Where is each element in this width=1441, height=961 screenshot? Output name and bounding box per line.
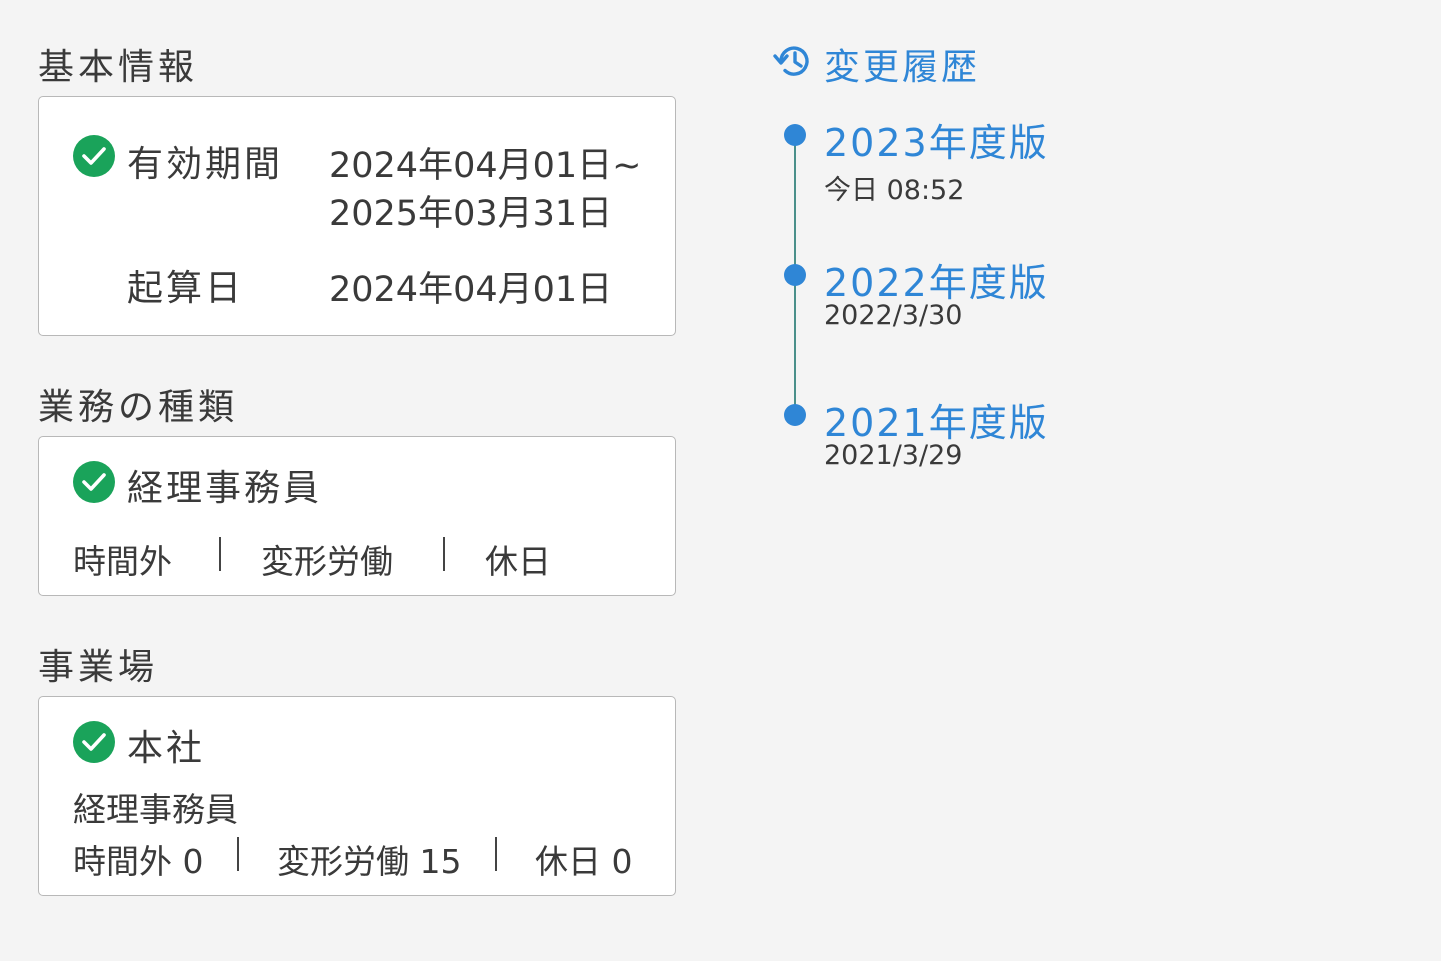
- history-date: 2021/3/29: [824, 440, 963, 471]
- workplace-job: 経理事務員: [73, 790, 238, 829]
- timeline-dot: [784, 404, 806, 426]
- start-date-value: 2024年04月01日: [329, 270, 613, 310]
- divider: [495, 837, 497, 871]
- basic-info-title: 基本情報: [38, 47, 199, 88]
- history-icon[interactable]: [772, 42, 814, 84]
- divider: [443, 537, 445, 571]
- validity-end: 2025年03月31日: [329, 194, 613, 234]
- check-circle-icon: [73, 461, 115, 503]
- timeline-dot: [784, 264, 806, 286]
- workplace-name: 本社: [127, 728, 206, 769]
- check-circle-icon: [73, 721, 115, 763]
- history-date: 今日 08:52: [824, 175, 965, 206]
- tag-overtime: 時間外: [73, 542, 172, 581]
- validity-label: 有効期間: [127, 144, 284, 185]
- history-version-2023[interactable]: 2023年度版: [824, 112, 1049, 167]
- work-type-title: 業務の種類: [38, 387, 239, 428]
- work-type-name: 経理事務員: [127, 468, 323, 509]
- basic-info-card: 有効期間 2024年04月01日~ 2025年03月31日 起算日 2024年0…: [38, 96, 676, 336]
- stat-holiday: 休日 0: [535, 842, 633, 881]
- history-version-2021[interactable]: 2021年度版: [824, 392, 1049, 447]
- divider: [219, 537, 221, 571]
- history-date: 2022/3/30: [824, 300, 963, 331]
- divider: [237, 837, 239, 871]
- workplace-card[interactable]: 本社 経理事務員 時間外 0 変形労働 15 休日 0: [38, 696, 676, 896]
- stat-flex-work[interactable]: 変形労働 15: [277, 835, 461, 883]
- stat-overtime: 時間外 0: [73, 842, 204, 881]
- timeline-dot: [784, 124, 806, 146]
- tag-holiday: 休日: [485, 542, 551, 581]
- check-circle-icon: [73, 135, 115, 177]
- workplace-title: 事業場: [38, 647, 159, 688]
- history-title[interactable]: 変更履歴: [824, 38, 980, 90]
- history-version-2022[interactable]: 2022年度版: [824, 252, 1049, 307]
- start-date-label: 起算日: [127, 268, 245, 309]
- work-type-card[interactable]: 経理事務員 時間外 変形労働 休日: [38, 436, 676, 596]
- tag-flex-work[interactable]: 変形労働: [261, 535, 393, 583]
- validity-start: 2024年04月01日~: [329, 146, 642, 186]
